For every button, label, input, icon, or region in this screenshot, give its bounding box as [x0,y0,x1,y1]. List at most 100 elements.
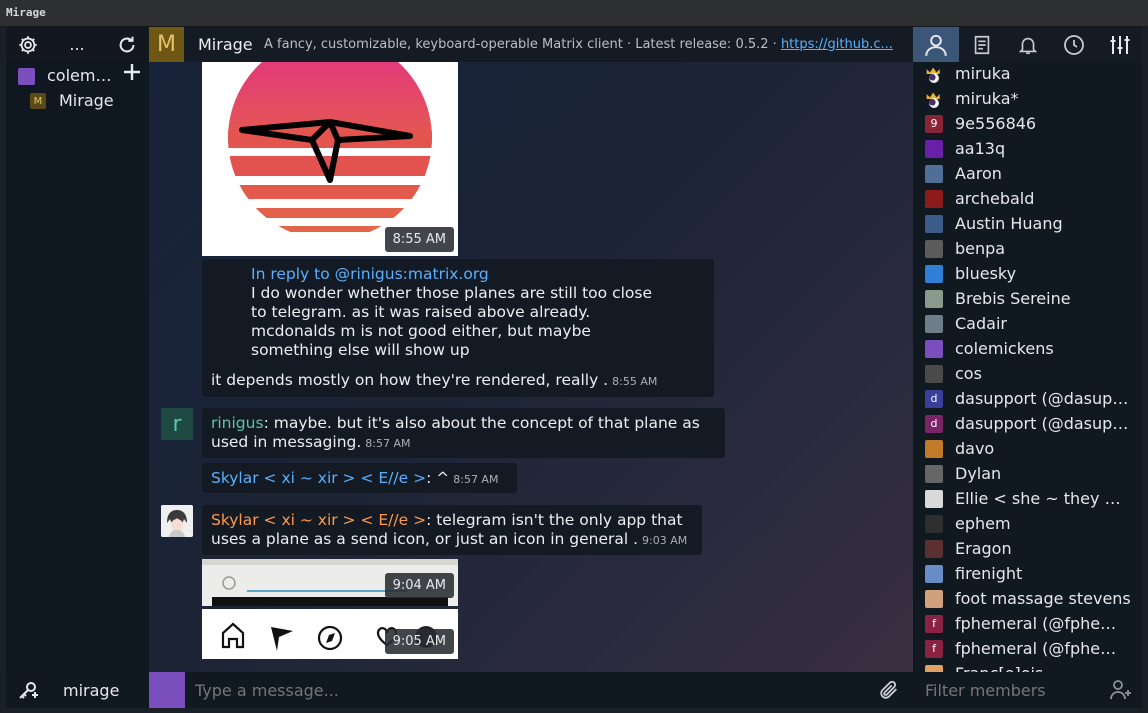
account-switcher-label[interactable]: mirage [63,681,119,700]
refresh-button[interactable] [106,27,148,62]
member-item[interactable]: d dasupport (@dasup… [913,386,1142,411]
member-name: benpa [955,239,1006,258]
member-name: firenight [955,564,1023,583]
add-account-button[interactable] [16,678,40,706]
member-item[interactable]: davo [913,436,1142,461]
member-name: Austin Huang [955,214,1063,233]
add-room-button[interactable] [122,61,142,87]
room-item-mirage[interactable]: M Mirage [6,89,149,113]
message-bubble[interactable]: Skylar < xi ~ xir > < E//e >: telegram i… [202,505,702,555]
member-name: dasupport (@dasup… [955,389,1129,408]
member-item[interactable]: cos [913,361,1142,386]
sender-name[interactable]: Skylar < xi ~ xir > < E//e > [211,469,426,487]
room-title: Mirage [198,35,253,54]
room-panel-tabs [913,27,1142,62]
member-avatar [925,339,943,358]
invite-member-button[interactable] [1109,678,1133,706]
composer-avatar [149,672,185,708]
member-item[interactable]: Eragon [913,536,1142,561]
message-image[interactable]: 8:55 AM [202,62,458,256]
account-switcher: mirage [6,672,149,708]
member-item[interactable]: bluesky [913,261,1142,286]
member-item[interactable]: aa13q [913,136,1142,161]
sender-avatar[interactable]: r [161,408,193,440]
member-item[interactable]: Ellie < she ~ they … [913,486,1142,511]
member-avatar [925,564,943,583]
message-text: it depends mostly on how they're rendere… [211,371,609,389]
message-bubble[interactable]: rinigus: maybe. but it's also about the … [202,408,725,458]
member-item[interactable]: benpa [913,236,1142,261]
room-topic-link[interactable]: https://github.c... [781,37,893,52]
member-name: ephem [955,514,1011,533]
member-avatar-crown [925,90,943,108]
member-item[interactable]: miruka [913,62,1142,86]
message-bubble[interactable]: In reply to @rinigus:matrix.org I do won… [202,259,714,397]
message-image[interactable]: 9:05 AM [202,609,458,659]
member-item[interactable]: Brebis Sereine [913,286,1142,311]
member-item[interactable]: miruka* [913,86,1142,111]
member-avatar [925,314,943,333]
member-item[interactable]: f fphemeral (@fphe… [913,611,1142,636]
member-item[interactable]: Dylan [913,461,1142,486]
member-list[interactable]: miruka miruka* 9 9e556846 aa13q Aaron archebal… [913,62,1142,672]
tab-files[interactable] [959,27,1005,62]
message-timeline[interactable]: 8:55 AM In reply to @rinigus:matrix.org … [149,62,913,672]
message-body: Skylar < xi ~ xir > < E//e >: telegram i… [211,511,683,530]
member-item[interactable]: Aaron [913,161,1142,186]
crown-icon [926,66,940,83]
member-filter-bar [913,672,1142,708]
main-toolbar: ... [6,27,149,62]
member-avatar [925,664,943,672]
anime-avatar-image [161,505,193,537]
member-avatar [925,139,943,158]
settings-button[interactable] [6,27,50,62]
refresh-icon [119,36,135,52]
message-timestamp: 9:03 AM [642,534,688,547]
message-input[interactable] [195,678,865,702]
member-name: Dylan [955,464,1002,483]
sliders-icon [1110,35,1130,54]
user-icon [925,34,947,56]
member-name: Cadair [955,314,1007,333]
reply-header[interactable]: In reply to @rinigus:matrix.org [251,265,489,284]
tab-members[interactable] [913,27,959,62]
tab-history[interactable] [1051,27,1097,62]
member-name: aa13q [955,139,1006,158]
member-name: miruka* [955,89,1019,108]
member-item[interactable]: Franc[e]ois [913,661,1142,672]
attach-button[interactable] [877,679,901,705]
member-avatar [925,539,943,558]
member-avatar [925,514,943,533]
member-item[interactable]: foot massage stevens [913,586,1142,611]
message-body: it depends mostly on how they're rendere… [211,371,657,391]
sender-avatar[interactable] [161,505,193,537]
sender-separator: : [426,469,437,487]
sender-name[interactable]: rinigus [211,414,264,432]
gear-icon [19,35,37,54]
member-item[interactable]: Austin Huang [913,211,1142,236]
quoted-line: something else will show up [251,341,470,359]
sender-separator: : [426,511,437,529]
member-filter-input[interactable] [925,678,1095,702]
sender-name[interactable]: Skylar < xi ~ xir > < E//e > [211,511,426,529]
member-item[interactable]: 9 9e556846 [913,111,1142,136]
member-avatar [925,364,943,383]
member-avatar: d [925,389,943,408]
tab-room-settings[interactable] [1097,27,1143,62]
message-bubble[interactable]: Skylar < xi ~ xir > < E//e >: ^ 8:57 AM [202,463,517,493]
window-title: Mirage [6,6,46,19]
account-avatar [18,68,35,85]
member-item[interactable]: ephem [913,511,1142,536]
member-name: colemickens [955,339,1054,358]
member-item[interactable]: firenight [913,561,1142,586]
more-button[interactable]: ... [56,27,98,62]
member-item[interactable]: colemickens [913,336,1142,361]
member-name: Eragon [955,539,1012,558]
account-row[interactable]: colem… [6,64,149,88]
tab-notifications[interactable] [1005,27,1051,62]
member-item[interactable]: f fphemeral (@fphe… [913,636,1142,661]
member-item[interactable]: Cadair [913,311,1142,336]
message-image[interactable]: 9:04 AM [202,559,458,606]
member-item[interactable]: d dasupport (@dasup… [913,411,1142,436]
member-item[interactable]: archebald [913,186,1142,211]
